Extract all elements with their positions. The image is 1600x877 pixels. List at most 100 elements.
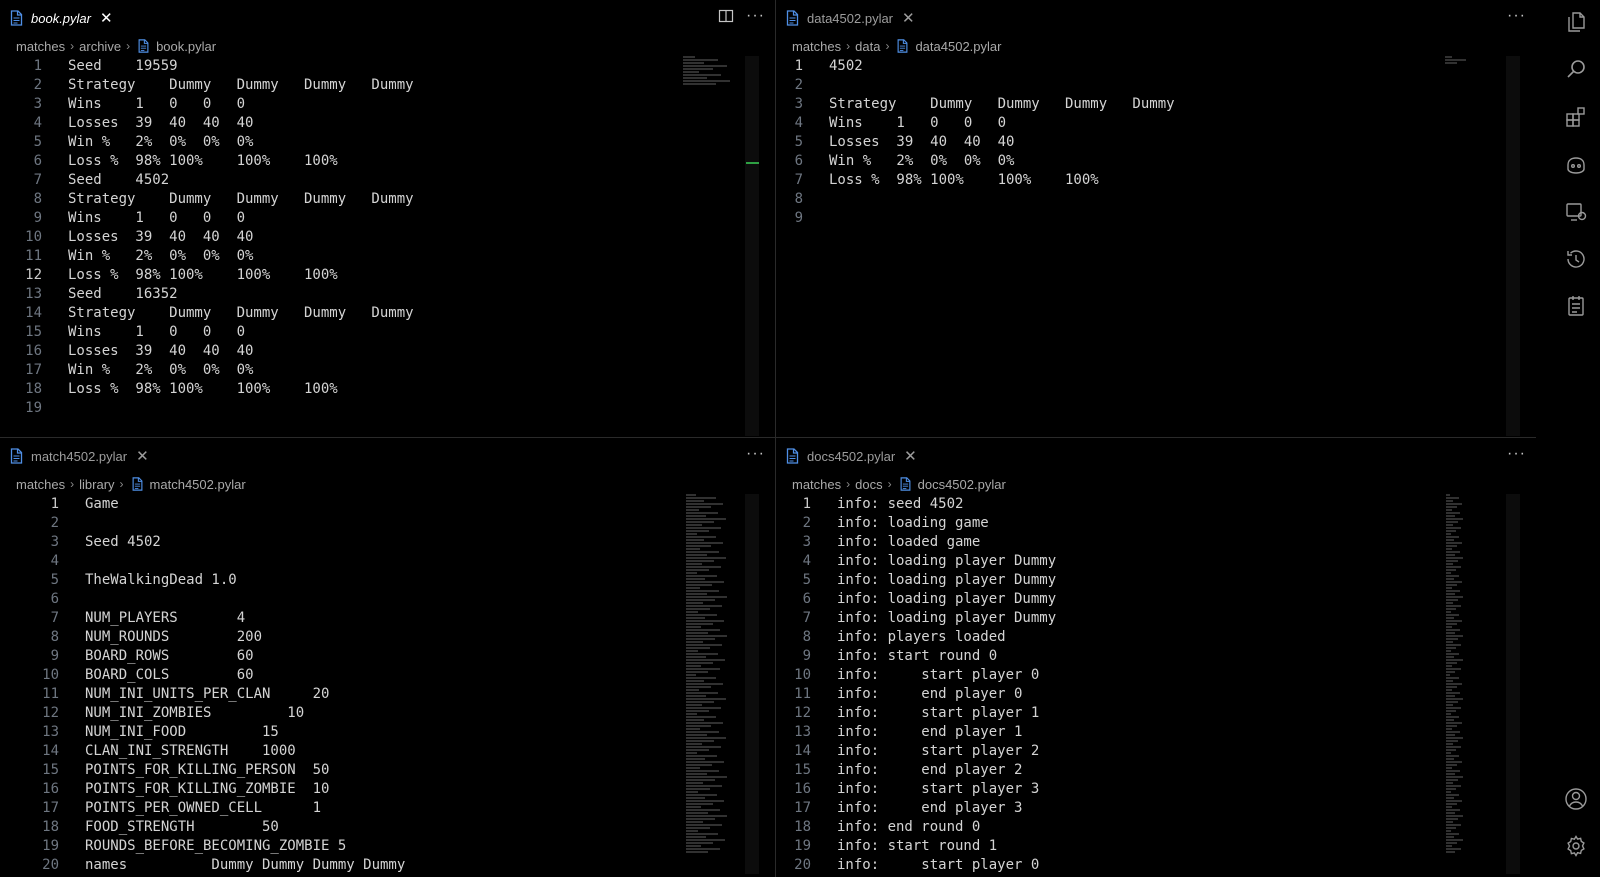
file-icon: [132, 477, 142, 491]
minimap-line: [686, 722, 724, 724]
minimap-line: [686, 539, 705, 541]
minimap-line: [1446, 851, 1456, 853]
breadcrumb-item[interactable]: matches: [792, 477, 841, 492]
breadcrumb-item[interactable]: data4502.pylar: [915, 39, 1001, 54]
minimap-line: [686, 557, 727, 559]
minimap-line: [1446, 719, 1454, 721]
remote-explorer-icon[interactable]: [1564, 200, 1588, 224]
breadcrumb-item[interactable]: matches: [16, 39, 65, 54]
code-text: Seed 4502: [68, 172, 170, 188]
split-editor-icon[interactable]: [718, 8, 734, 24]
horizontal-split-divider[interactable]: [0, 437, 1536, 438]
minimap-line: [686, 500, 704, 502]
vertical-scrollbar[interactable]: [745, 56, 759, 436]
code-editor[interactable]: 1 Seed 19559 2 Strategy Dummy Dummy Dummy D…: [0, 57, 775, 418]
more-actions-icon[interactable]: ···: [746, 445, 765, 463]
line-number: 11: [794, 686, 811, 702]
vertical-scrollbar[interactable]: [1506, 494, 1520, 874]
copilot-icon[interactable]: [1564, 153, 1588, 177]
tab-book-pylar[interactable]: book.pylar ✕: [10, 9, 113, 27]
account-icon[interactable]: [1564, 787, 1588, 811]
line-number: 2: [33, 77, 42, 93]
minimap-line: [683, 62, 705, 64]
breadcrumb-item[interactable]: docs4502.pylar: [918, 477, 1006, 492]
code-editor[interactable]: 1 4502 2 3 Strategy Dummy Dummy Dummy Dummy 4…: [776, 57, 1536, 228]
breadcrumb-item[interactable]: matches: [792, 39, 841, 54]
minimap-line: [1446, 503, 1462, 505]
code-line: 10 info: start player 0: [776, 666, 1536, 685]
minimap[interactable]: [1445, 56, 1481, 65]
tab-data4502-pylar[interactable]: data4502.pylar ✕: [786, 9, 915, 27]
minimap-line: [1446, 563, 1453, 565]
minimap-line: [1446, 545, 1457, 547]
code-text: Wins 1 0 0 0: [68, 324, 246, 340]
close-icon[interactable]: ✕: [904, 447, 917, 465]
code-text: POINTS_FOR_KILLING_ZOMBIE 10: [85, 781, 330, 797]
breadcrumb-item[interactable]: match4502.pylar: [150, 477, 246, 492]
code-text: info: start round 1: [837, 838, 998, 854]
code-line: 7 info: loading player Dummy: [776, 609, 1536, 628]
minimap-line: [686, 797, 706, 799]
close-icon[interactable]: ✕: [902, 9, 915, 27]
minimap[interactable]: [1446, 494, 1468, 854]
chevron-right-icon: ›: [70, 477, 75, 491]
code-line: 9: [776, 209, 1536, 228]
minimap-line: [686, 824, 723, 826]
file-icon: [10, 448, 23, 464]
chevron-right-icon: ›: [70, 39, 75, 53]
extensions-icon[interactable]: [1564, 105, 1588, 129]
close-icon[interactable]: ✕: [136, 447, 149, 465]
tab-match4502-pylar[interactable]: match4502.pylar ✕: [10, 447, 149, 465]
vertical-scrollbar[interactable]: [1506, 56, 1520, 436]
minimap-line: [1446, 641, 1454, 643]
breadcrumb-item[interactable]: archive: [79, 39, 121, 54]
code-editor[interactable]: 1 info: seed 4502 2 info: loading game 3 info…: [776, 495, 1536, 875]
code-text: Win % 2% 0% 0% 0%: [68, 362, 254, 378]
more-actions-icon[interactable]: ···: [1507, 445, 1526, 463]
minimap-line: [1446, 602, 1454, 604]
minimap-line: [686, 509, 699, 511]
vertical-split-divider[interactable]: [775, 0, 776, 877]
minimap-line: [686, 821, 704, 823]
timeline-icon[interactable]: [1564, 247, 1588, 271]
minimap-line: [683, 80, 731, 82]
minimap-line: [1446, 848, 1461, 850]
line-number: 9: [50, 648, 59, 664]
minimap-line: [686, 737, 727, 739]
minimap-line: [1446, 689, 1452, 691]
minimap[interactable]: [683, 56, 745, 86]
minimap-line: [686, 608, 710, 610]
minimap-line: [686, 551, 719, 553]
breadcrumb-item[interactable]: docs: [855, 477, 882, 492]
tab-docs4502-pylar[interactable]: docs4502.pylar ✕: [786, 447, 917, 465]
minimap-line: [1446, 779, 1459, 781]
minimap-line: [1446, 542, 1462, 544]
notes-icon[interactable]: [1564, 294, 1588, 318]
minimap[interactable]: [686, 494, 738, 854]
line-number: 11: [25, 248, 42, 264]
minimap-line: [1446, 581, 1463, 583]
minimap-line: [1446, 656, 1455, 658]
minimap-line: [1446, 842, 1458, 844]
minimap-line: [1446, 536, 1459, 538]
minimap-line: [686, 839, 725, 841]
search-icon[interactable]: [1564, 57, 1588, 81]
code-line: 20 names Dummy Dummy Dummy Dummy: [0, 856, 775, 875]
breadcrumb-item[interactable]: matches: [16, 477, 65, 492]
more-actions-icon[interactable]: ···: [1507, 7, 1526, 25]
more-actions-icon[interactable]: ···: [746, 7, 765, 25]
breadcrumb-item[interactable]: data: [855, 39, 880, 54]
breadcrumb-item[interactable]: book.pylar: [156, 39, 216, 54]
line-number: 20: [794, 857, 811, 873]
vertical-scrollbar[interactable]: [745, 494, 759, 874]
close-icon[interactable]: ✕: [100, 9, 113, 27]
minimap-line: [1446, 644, 1462, 646]
tab-bar: docs4502.pylar ✕ ···: [776, 438, 1536, 473]
minimap-line: [1446, 794, 1460, 796]
explorer-icon[interactable]: [1564, 10, 1588, 34]
breadcrumb-item[interactable]: library: [79, 477, 114, 492]
code-editor[interactable]: 1 Game 2 3 Seed 4502 4 5 TheWalkingDead 1.0 6 7 NU…: [0, 495, 775, 875]
line-number: 12: [25, 267, 42, 283]
settings-gear-icon[interactable]: [1564, 834, 1588, 858]
line-number: 20: [42, 857, 59, 873]
